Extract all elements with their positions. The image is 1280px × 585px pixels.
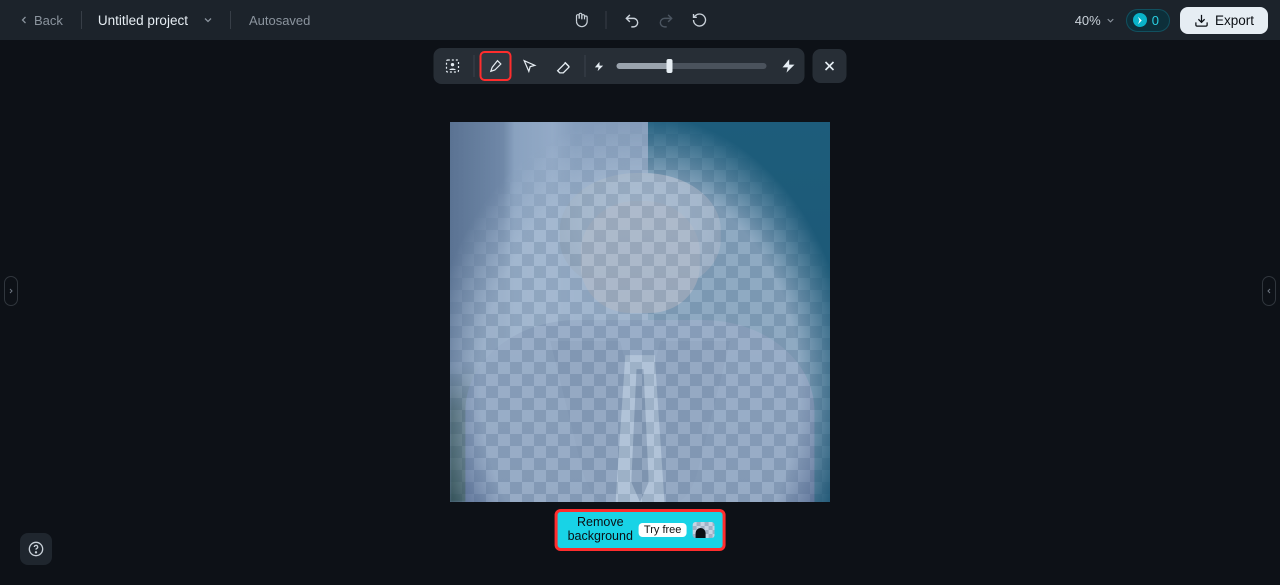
- back-button[interactable]: Back: [12, 9, 69, 32]
- slider-fill: [617, 63, 670, 69]
- divider: [81, 11, 82, 29]
- credits-icon: [1133, 13, 1147, 27]
- slider-knob[interactable]: [666, 59, 672, 73]
- reset-icon: [692, 12, 708, 28]
- header-right: 40% 0 Export: [1075, 7, 1268, 34]
- canvas[interactable]: [450, 122, 830, 502]
- divider: [606, 11, 607, 29]
- reset-button[interactable]: [685, 5, 715, 35]
- project-name[interactable]: Untitled project: [94, 9, 192, 32]
- eraser-icon: [555, 58, 572, 75]
- edit-toolbar-row: [434, 48, 847, 84]
- app-header: Back Untitled project Autosaved 40%: [0, 0, 1280, 40]
- undo-button[interactable]: [617, 5, 647, 35]
- chevron-right-icon: [7, 286, 15, 296]
- brush-size-slider[interactable]: [617, 63, 767, 69]
- right-panel-toggle[interactable]: [1262, 276, 1276, 306]
- credits-value: 0: [1152, 13, 1159, 28]
- close-icon: [822, 58, 838, 74]
- chevron-down-icon: [1105, 15, 1116, 26]
- toolbar-divider: [474, 55, 475, 77]
- person-select-icon: [445, 58, 461, 74]
- remove-background-button[interactable]: Remove background Try free: [555, 509, 726, 551]
- remove-bg-line1: Remove: [577, 515, 624, 529]
- toolbar-divider: [585, 55, 586, 77]
- hand-pan-icon: [573, 12, 589, 28]
- help-icon: [28, 541, 44, 557]
- chevron-down-icon: [202, 14, 214, 26]
- header-left: Back Untitled project Autosaved: [12, 9, 310, 32]
- bolt-big-icon: [777, 58, 801, 74]
- left-panel-toggle[interactable]: [4, 276, 18, 306]
- brush-tool[interactable]: [481, 52, 511, 80]
- brush-icon: [488, 58, 504, 74]
- project-menu-button[interactable]: [198, 14, 218, 26]
- export-label: Export: [1215, 13, 1254, 28]
- back-label: Back: [34, 13, 63, 28]
- header-center: [566, 5, 715, 35]
- download-icon: [1194, 13, 1209, 28]
- eraser-tool[interactable]: [549, 52, 579, 80]
- autosaved-label: Autosaved: [249, 13, 310, 28]
- remove-bg-line2: background: [568, 529, 633, 543]
- lasso-tool[interactable]: [515, 52, 545, 80]
- bolt-small-icon: [592, 61, 607, 72]
- canvas-mask-overlay: [450, 122, 830, 502]
- divider: [230, 11, 231, 29]
- redo-icon: [657, 12, 674, 29]
- zoom-value: 40%: [1075, 13, 1101, 28]
- chevron-left-icon: [1265, 286, 1273, 296]
- help-button[interactable]: [20, 533, 52, 565]
- edit-toolbar: [434, 48, 805, 84]
- remove-background-label: Remove background: [568, 516, 633, 544]
- credits-button[interactable]: 0: [1126, 9, 1170, 32]
- chevron-left-icon: [18, 14, 30, 26]
- close-toolbar-button[interactable]: [813, 49, 847, 83]
- lasso-icon: [522, 58, 538, 74]
- export-button[interactable]: Export: [1180, 7, 1268, 34]
- pan-tool-button[interactable]: [566, 5, 596, 35]
- undo-icon: [623, 12, 640, 29]
- try-free-badge: Try free: [639, 523, 687, 537]
- remove-bg-thumb-icon: [692, 522, 714, 538]
- redo-button[interactable]: [651, 5, 681, 35]
- zoom-control[interactable]: 40%: [1075, 13, 1116, 28]
- person-select-tool[interactable]: [438, 52, 468, 80]
